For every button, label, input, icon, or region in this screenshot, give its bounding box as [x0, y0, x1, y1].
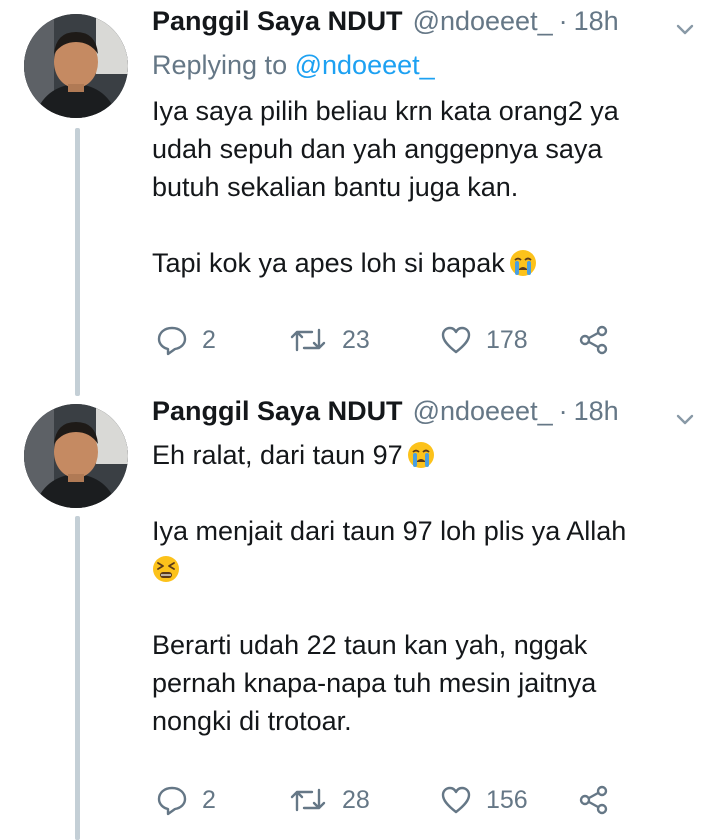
text-line: nongki di trotoar. — [152, 706, 352, 736]
reply-icon — [156, 324, 188, 356]
crying-face-emoji-icon — [509, 249, 537, 277]
timestamp[interactable]: 18h — [574, 6, 619, 37]
author-handle[interactable]: @ndoeeet_ — [413, 6, 553, 37]
avatar[interactable] — [24, 404, 128, 508]
avatar[interactable] — [24, 14, 128, 118]
text-line — [152, 550, 692, 588]
like-count: 156 — [486, 785, 528, 814]
replying-to-label: Replying to — [152, 50, 288, 80]
text-line: udah sepuh dan yah anggepnya saya — [152, 134, 603, 164]
share-button[interactable] — [578, 782, 610, 818]
tweet-actions: 2 28 156 — [152, 782, 720, 818]
tweet-actions: 2 23 178 — [152, 322, 720, 358]
like-button[interactable]: 178 — [440, 322, 528, 358]
retweet-count: 23 — [342, 325, 370, 354]
like-count: 178 — [486, 325, 528, 354]
text-line: Tapi kok ya apes loh si bapak — [152, 244, 692, 282]
share-button[interactable] — [578, 322, 610, 358]
separator: · — [558, 396, 568, 426]
retweet-count: 28 — [342, 785, 370, 814]
tweet[interactable]: Panggil Saya NDUT @ndoeeet_ · 18h Replyi… — [0, 0, 720, 390]
author-name[interactable]: Panggil Saya NDUT — [152, 6, 403, 37]
retweet-icon — [288, 784, 328, 816]
author-handle[interactable]: @ndoeeet_ — [413, 396, 553, 427]
tired-face-emoji-icon — [152, 555, 180, 583]
text-line: Iya saya pilih beliau krn kata orang2 ya — [152, 96, 619, 126]
tweet-header: Panggil Saya NDUT @ndoeeet_ · 18h — [152, 6, 700, 42]
heart-icon — [440, 785, 472, 815]
retweet-icon — [288, 324, 328, 356]
retweet-button[interactable]: 23 — [288, 322, 370, 358]
like-button[interactable]: 156 — [440, 782, 528, 818]
reply-count: 2 — [202, 785, 216, 814]
tweet-text: Eh ralat, dari taun 97 Iya menjait dari … — [152, 436, 692, 740]
chevron-down-icon[interactable] — [674, 408, 696, 430]
text-fragment: Eh ralat, dari taun 97 — [152, 440, 403, 470]
share-icon — [578, 324, 610, 356]
text-line: Iya menjait dari taun 97 loh plis ya All… — [152, 516, 627, 546]
text-line: Eh ralat, dari taun 97 — [152, 436, 692, 474]
reply-button[interactable]: 2 — [156, 782, 216, 818]
share-icon — [578, 784, 610, 816]
reply-button[interactable]: 2 — [156, 322, 216, 358]
reply-icon — [156, 784, 188, 816]
text-fragment: Tapi kok ya apes loh si bapak — [152, 248, 505, 278]
chevron-down-icon[interactable] — [674, 18, 696, 40]
author-name[interactable]: Panggil Saya NDUT — [152, 396, 403, 427]
text-line: pernah knapa-napa tuh mesin jaitnya — [152, 668, 597, 698]
text-line: Berarti udah 22 taun kan yah, nggak — [152, 630, 588, 660]
timestamp[interactable]: 18h — [574, 396, 619, 427]
replying-to-mention[interactable]: @ndoeeet_ — [295, 50, 435, 80]
heart-icon — [440, 325, 472, 355]
separator: · — [558, 6, 568, 36]
replying-to: Replying to @ndoeeet_ — [152, 50, 435, 81]
retweet-button[interactable]: 28 — [288, 782, 370, 818]
tweet[interactable]: Panggil Saya NDUT @ndoeeet_ · 18h Eh ral… — [0, 390, 720, 840]
tweet-header: Panggil Saya NDUT @ndoeeet_ · 18h — [152, 396, 700, 432]
text-line: butuh sekalian bantu juga kan. — [152, 172, 519, 202]
tweet-text: Iya saya pilih beliau krn kata orang2 ya… — [152, 92, 692, 282]
crying-face-emoji-icon — [407, 441, 435, 469]
reply-count: 2 — [202, 325, 216, 354]
